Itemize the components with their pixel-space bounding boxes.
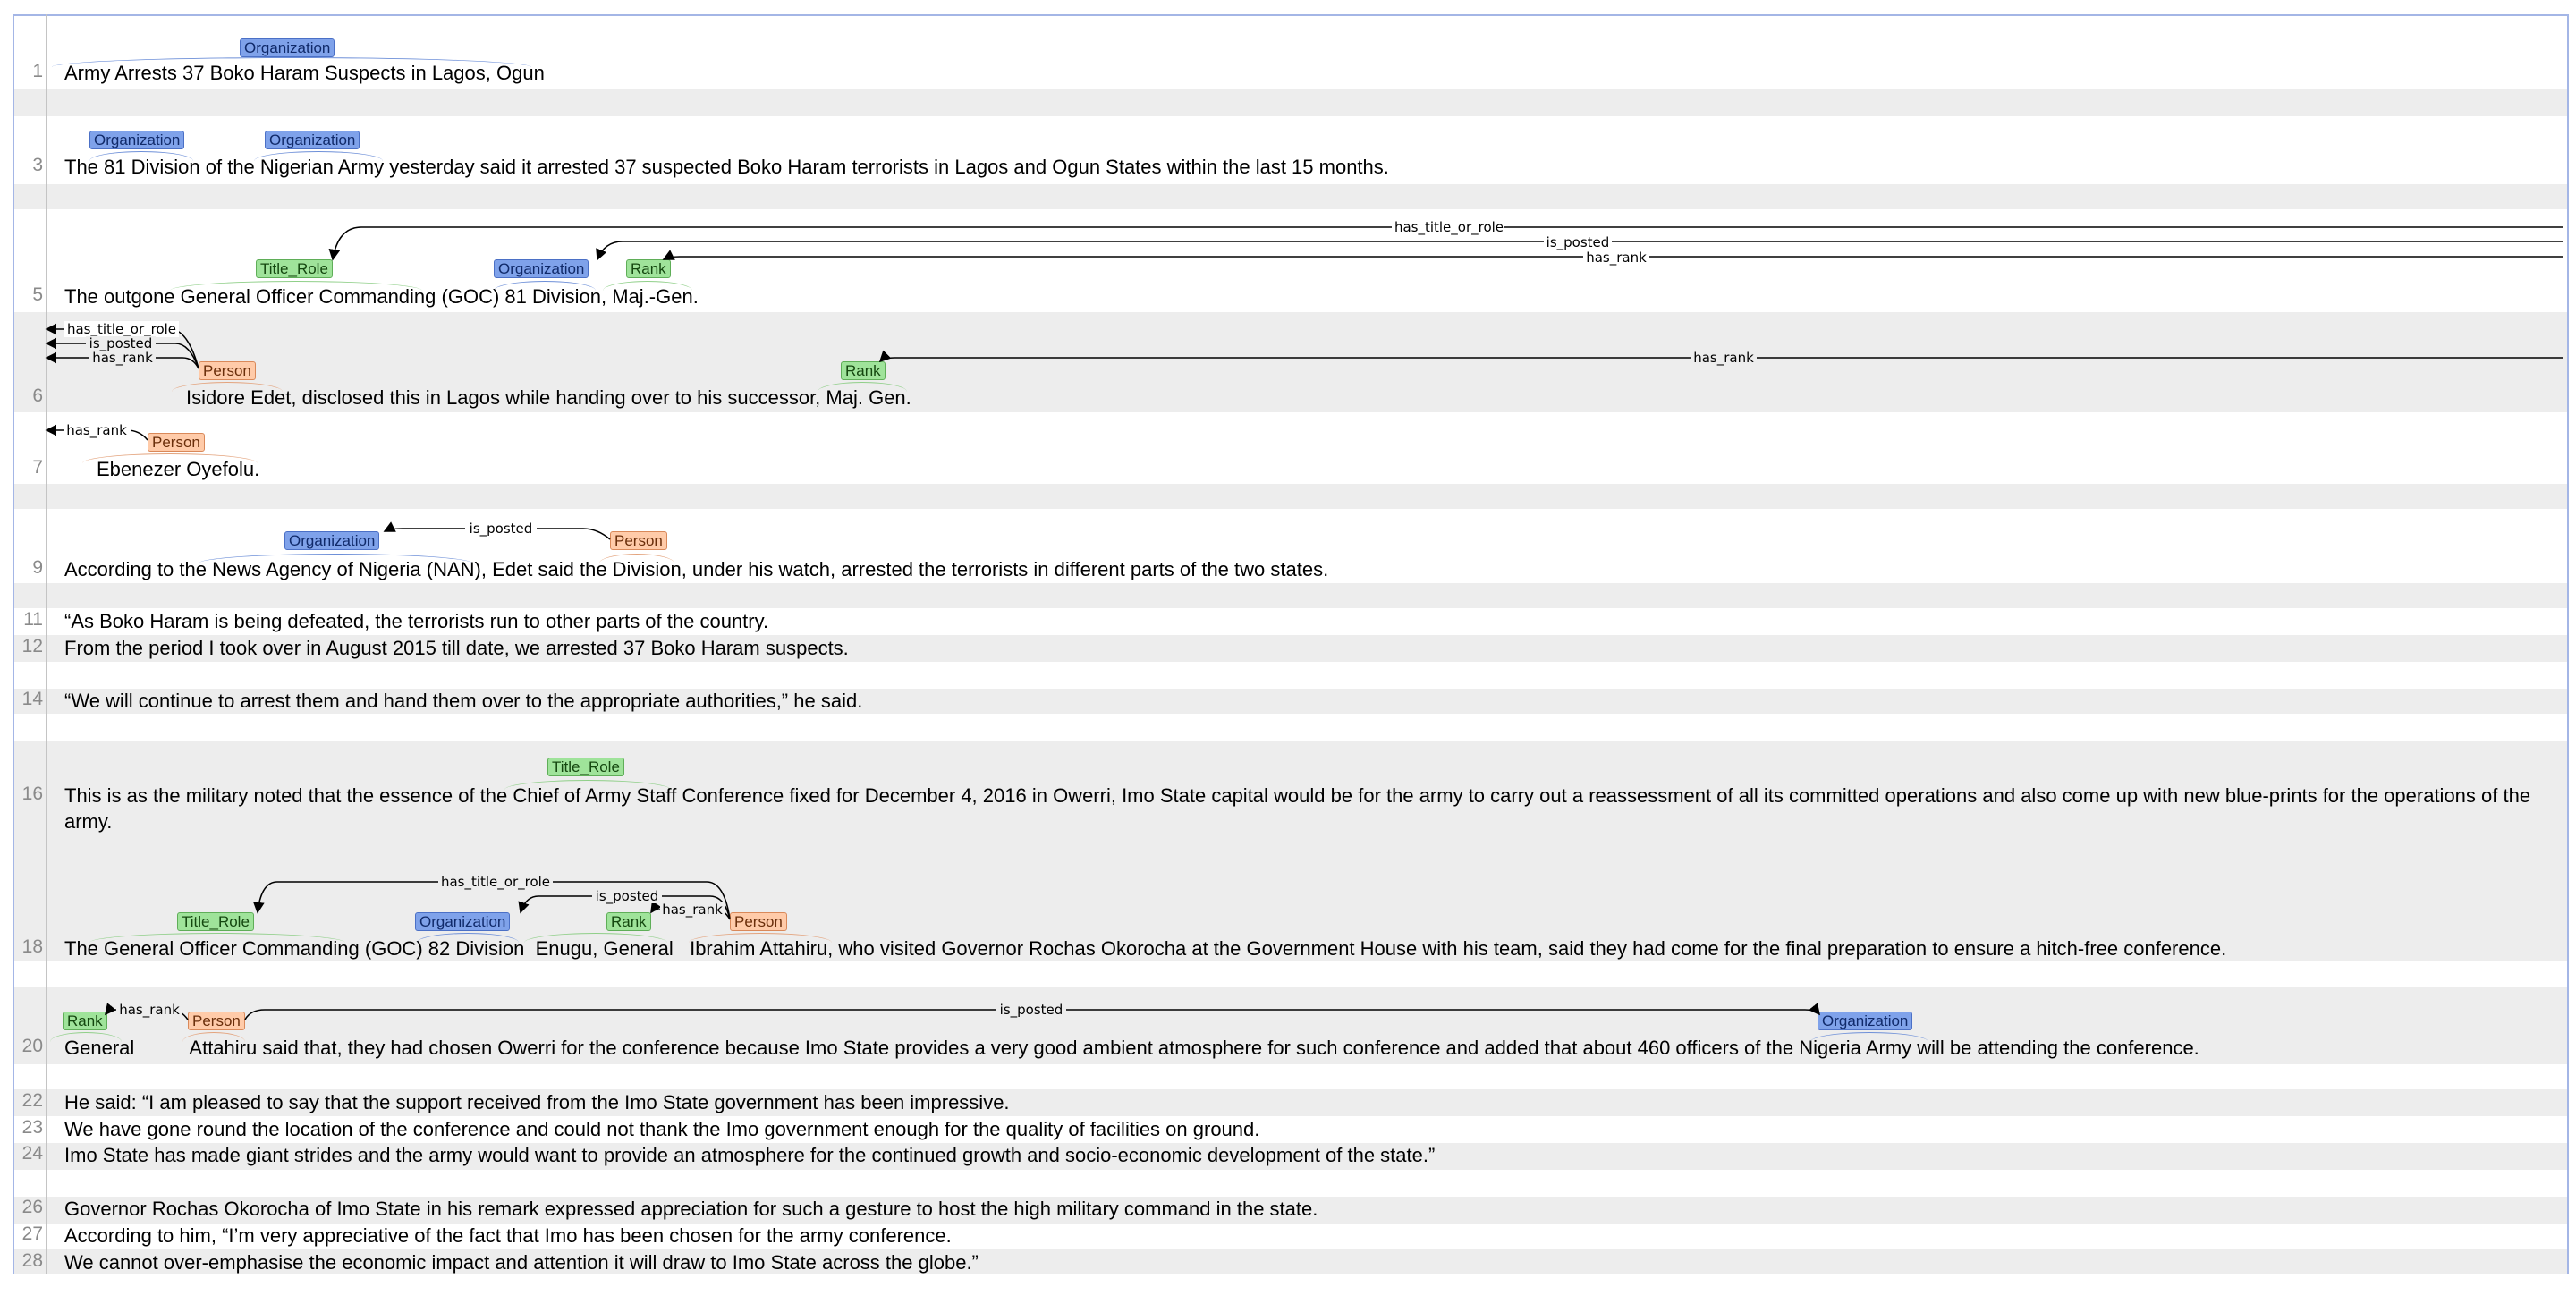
arc-label: has_rank (92, 350, 153, 367)
arc-label: is_posted (470, 521, 533, 538)
arc-label: has_rank (1586, 250, 1647, 267)
arc-label: has_rank (119, 1002, 180, 1019)
arc-label: has_title_or_role (1394, 219, 1504, 236)
arc-label: has_rank (662, 902, 723, 919)
arc-label: has_title_or_role (441, 874, 550, 891)
arc-label: is_posted (1000, 1002, 1063, 1019)
arc-label: has_rank (66, 422, 127, 439)
arc-label: is_posted (596, 888, 659, 905)
relation-arcs: has_title_or_role is_posted has_rank has… (45, 218, 2563, 1020)
arc-label: has_rank (1693, 350, 1754, 367)
